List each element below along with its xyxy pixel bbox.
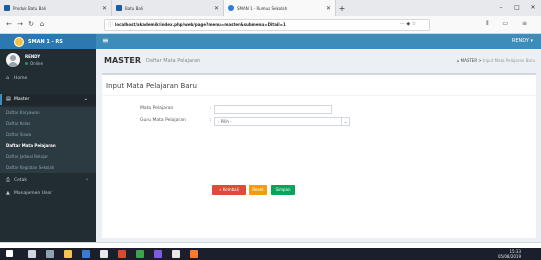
maximize-icon[interactable]: □ [509,0,525,16]
page-title: MASTER [104,56,141,65]
browser-tab[interactable]: Produk Batu Bali ✕ [0,0,112,16]
colon: : [210,118,212,123]
reload-icon[interactable]: ↻ [26,19,36,29]
tab-label: Produk Batu Bali [13,5,46,11]
store-icon[interactable] [82,250,90,258]
sidebar-item-label: Master [14,97,30,102]
brand-text: SMAN 1 - RS [28,38,63,45]
close-window-icon[interactable]: ✕ [525,0,541,16]
submenu-item-jadwal[interactable]: Daftar Jadwal Belajar [0,151,96,162]
submenu-item-kegiatan[interactable]: Daftar Kegiatan Sekolah [0,162,96,173]
user-status: Online [25,61,43,66]
app-icon[interactable] [118,250,126,258]
tab-label: SMAN 1 - Rumus Sekolah [237,5,288,11]
new-tab-button[interactable]: + [336,0,348,16]
close-tab-icon[interactable]: ✕ [214,5,219,12]
simpan-button[interactable]: Simpan [271,185,295,195]
kembali-button[interactable]: « Kembali [212,185,246,195]
sidebar-item-home[interactable]: ⌂ Home [0,73,96,84]
page-favicon-icon [116,5,122,11]
page-subtitle: Daftar Mata Pelajaran [146,58,201,64]
user-name: RENDY [25,54,41,59]
breadcrumb-root[interactable]: MASTER [461,58,477,63]
database-icon: ▤ [6,96,11,102]
browser-tab-bar: Produk Batu Bali ✕ Batu Bali ✕ SMAN 1 - … [0,0,541,16]
sidebar-item-label: Manajemen User [14,191,52,196]
page-favicon-icon [4,5,10,11]
user-panel: RENDY Online [0,49,96,71]
tray-date: 05/08/2019 [497,254,521,259]
app-topbar: ≡ RENDY ▾ [96,34,541,49]
reset-button[interactable]: Reset [249,185,267,195]
app-icon[interactable] [172,250,180,258]
firefox-icon[interactable] [190,250,198,258]
user-icon: ▲ [6,190,10,196]
minimize-icon[interactable]: – [493,0,509,16]
avatar [6,53,20,67]
app-icon[interactable] [136,250,144,258]
form-title: Input Mata Pelajaran Baru [106,82,197,90]
chevron-down-icon: ⌄ [83,96,88,102]
user-menu[interactable]: RENDY ▾ [512,38,533,44]
close-tab-icon[interactable]: ✕ [326,5,331,12]
breadcrumb-current: Input Mata Pelajaran Baru [483,58,535,63]
app-icon[interactable] [154,250,162,258]
address-bar[interactable]: ⓘ localhost/akademik/index.php/web/page?… [104,19,430,31]
search-icon[interactable] [28,250,36,258]
sidebar-item-label: Home [14,76,28,81]
online-dot-icon [25,62,28,65]
breadcrumb: ⌂ MASTER > Input Mata Pelajaran Baru [456,58,535,63]
colon: : [210,106,212,111]
toolbar-extension-icon[interactable]: ⫴ ▭ ≡ [486,20,533,28]
app-brand[interactable]: SMAN 1 - RS [0,34,96,49]
os-taskbar: 15:33 05/08/2019 [0,248,541,260]
site-info-icon[interactable]: ⓘ [108,20,113,30]
task-view-icon[interactable] [46,250,54,258]
system-tray[interactable]: 15:33 05/08/2019 [498,249,521,259]
school-logo-icon [14,36,24,47]
browser-nav-bar: ← → ↻ ⌂ ⓘ localhost/akademik/index.php/w… [0,16,541,34]
submenu-item-kelas[interactable]: Daftar Kelas [0,118,96,129]
master-submenu: Daftar Karyawan Daftar Kelas Daftar Sisw… [0,107,96,173]
main-content: MASTER Daftar Mata Pelajaran ⌂ MASTER > … [96,49,541,242]
mapel-label: Mata Pelajaran [140,106,174,111]
tab-label: Batu Bali [125,5,143,11]
forward-arrow-icon[interactable]: → [15,19,25,29]
form-box: Input Mata Pelajaran Baru Mata Pelajaran… [102,73,536,238]
chevron-left-icon: ‹ [86,177,88,183]
windows-start-icon[interactable] [6,250,13,257]
dropdown-caret-icon: ⌄ [341,118,349,125]
browser-tab[interactable]: Batu Bali ✕ [112,0,224,16]
home-browser-icon[interactable]: ⌂ [37,19,47,29]
guru-select-value: - Pilih - [218,119,232,124]
sidebar-item-cetak[interactable]: ⎙ Cetak ‹ [0,175,96,186]
file-explorer-icon[interactable] [64,250,72,258]
submenu-item-siswa[interactable]: Daftar Siswa [0,129,96,140]
browser-tab-active[interactable]: SMAN 1 - Rumus Sekolah ✕ [224,0,336,16]
menu-toggle-icon[interactable]: ≡ [102,37,109,45]
submenu-item-mata-pelajaran[interactable]: Daftar Mata Pelajaran [0,140,96,151]
divider [102,95,536,96]
close-tab-icon[interactable]: ✕ [102,5,107,12]
mata-pelajaran-input[interactable] [214,105,332,114]
window-controls: – □ ✕ [493,0,541,16]
page-favicon-icon [228,5,234,11]
user-status-text: Online [30,61,43,66]
back-arrow-icon[interactable]: ← [4,19,14,29]
guru-label: Guru Mata Pelajaran [140,118,186,123]
sidebar-item-manajemen-user[interactable]: ▲ Manajemen User [0,188,96,199]
submenu-item-karyawan[interactable]: Daftar Karyawan [0,107,96,118]
app-icon[interactable] [100,250,108,258]
page-actions-icon[interactable]: ··· ◆ ☆ [400,19,416,29]
sidebar-item-master[interactable]: ▤ Master ⌄ [0,94,96,105]
print-icon: ⎙ [6,177,11,183]
sidebar-item-label: Cetak [14,178,28,183]
guru-select[interactable]: - Pilih - ⌄ [214,117,350,126]
sidebar: RENDY Online ⌂ Home ▤ Master ⌄ Daftar Kary… [0,49,96,242]
home-icon: ⌂ [6,75,10,81]
url-text: localhost/akademik/index.php/web/page?me… [115,22,286,27]
